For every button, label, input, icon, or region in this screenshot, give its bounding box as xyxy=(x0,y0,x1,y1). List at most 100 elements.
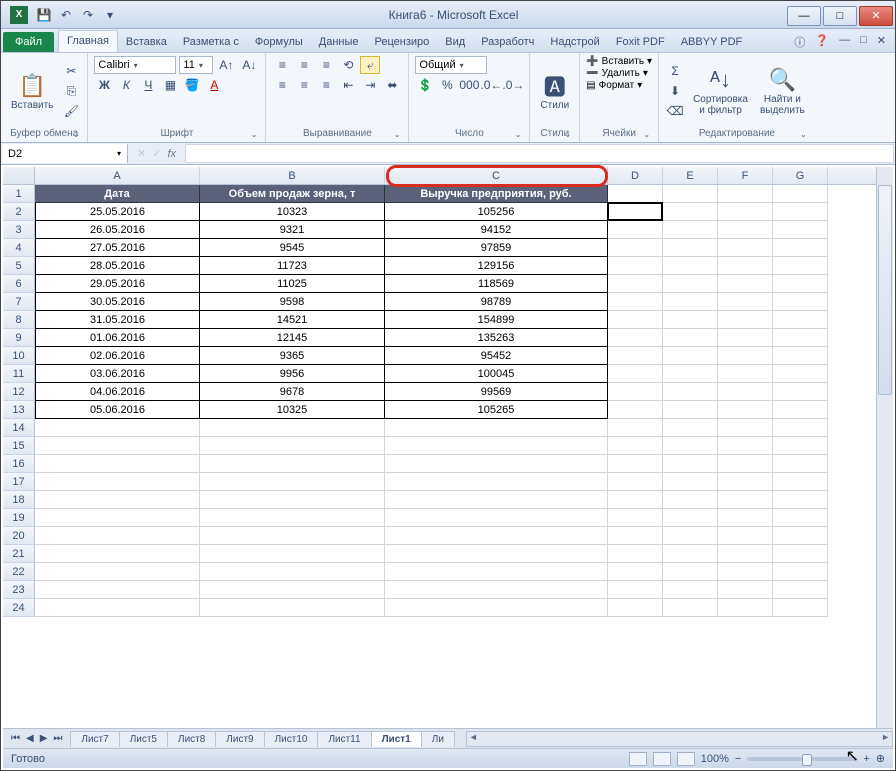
zoom-level[interactable]: 100% xyxy=(701,753,729,765)
cell[interactable] xyxy=(608,509,663,527)
cell[interactable] xyxy=(663,329,718,347)
cell[interactable] xyxy=(773,203,828,221)
select-all-corner[interactable] xyxy=(3,167,35,184)
sheet-last-icon[interactable]: ⏭ xyxy=(51,733,64,744)
cell[interactable] xyxy=(718,221,773,239)
cell[interactable] xyxy=(385,509,608,527)
cell[interactable] xyxy=(663,437,718,455)
align-left-button[interactable]: ≡ xyxy=(272,76,292,94)
cell[interactable] xyxy=(663,581,718,599)
col-header-g[interactable]: G xyxy=(773,167,828,184)
row-header[interactable]: 10 xyxy=(3,347,35,365)
zoom-out-button[interactable]: − xyxy=(735,753,741,765)
cell[interactable] xyxy=(608,347,663,365)
cell[interactable] xyxy=(663,473,718,491)
cell[interactable]: 9598 xyxy=(200,293,385,311)
cell[interactable] xyxy=(35,581,200,599)
cell[interactable] xyxy=(35,599,200,617)
percent-button[interactable]: % xyxy=(437,76,457,94)
cell[interactable] xyxy=(663,311,718,329)
cell[interactable] xyxy=(718,383,773,401)
cell[interactable] xyxy=(718,365,773,383)
tab-data[interactable]: Данные xyxy=(311,32,367,52)
fx-cancel-icon[interactable]: ✕ xyxy=(137,147,146,160)
cell[interactable] xyxy=(663,347,718,365)
cell[interactable] xyxy=(385,455,608,473)
cell[interactable] xyxy=(718,311,773,329)
cell[interactable]: 14521 xyxy=(200,311,385,329)
sheet-tab[interactable]: Лист7 xyxy=(70,731,119,747)
cell[interactable] xyxy=(663,455,718,473)
cell[interactable]: 29.05.2016 xyxy=(35,275,200,293)
cell[interactable] xyxy=(385,419,608,437)
cell[interactable]: 27.05.2016 xyxy=(35,239,200,257)
row-header[interactable]: 24 xyxy=(3,599,35,617)
align-center-button[interactable]: ≡ xyxy=(294,76,314,94)
cell[interactable] xyxy=(200,419,385,437)
cell[interactable] xyxy=(773,293,828,311)
cell[interactable]: 11723 xyxy=(200,257,385,275)
cell[interactable] xyxy=(718,275,773,293)
cell[interactable] xyxy=(385,545,608,563)
cell[interactable]: 01.06.2016 xyxy=(35,329,200,347)
align-middle-button[interactable]: ≡ xyxy=(294,56,314,74)
dec-decimal-button[interactable]: .0→ xyxy=(503,76,523,94)
row-header[interactable]: 16 xyxy=(3,455,35,473)
cell[interactable]: 03.06.2016 xyxy=(35,365,200,383)
cell[interactable] xyxy=(773,185,828,203)
zoom-slider[interactable] xyxy=(747,757,857,761)
cell[interactable] xyxy=(718,455,773,473)
tab-formulas[interactable]: Формулы xyxy=(247,32,311,52)
cell[interactable] xyxy=(35,455,200,473)
cell[interactable] xyxy=(718,401,773,419)
cell[interactable] xyxy=(200,599,385,617)
cell[interactable] xyxy=(773,455,828,473)
cell[interactable] xyxy=(773,257,828,275)
row-header[interactable]: 5 xyxy=(3,257,35,275)
wb-close-icon[interactable]: ✕ xyxy=(874,32,889,52)
save-button[interactable]: 💾 xyxy=(34,5,54,25)
cell[interactable] xyxy=(608,311,663,329)
cell[interactable] xyxy=(773,437,828,455)
row-header[interactable]: 3 xyxy=(3,221,35,239)
cell[interactable]: Дата xyxy=(35,185,200,203)
cell[interactable]: 04.06.2016 xyxy=(35,383,200,401)
row-header[interactable]: 15 xyxy=(3,437,35,455)
cell[interactable] xyxy=(200,455,385,473)
sheet-tab[interactable]: Лист11 xyxy=(317,731,371,747)
cell[interactable]: 10323 xyxy=(200,203,385,221)
wrap-text-button[interactable]: ⤶ xyxy=(360,56,380,74)
cell[interactable] xyxy=(773,581,828,599)
cell[interactable] xyxy=(35,491,200,509)
row-header[interactable]: 11 xyxy=(3,365,35,383)
cell[interactable] xyxy=(608,329,663,347)
cell[interactable] xyxy=(608,527,663,545)
col-header-e[interactable]: E xyxy=(663,167,718,184)
cell[interactable] xyxy=(718,581,773,599)
cell[interactable] xyxy=(385,437,608,455)
sheet-prev-icon[interactable]: ◀ xyxy=(24,733,36,744)
cell[interactable] xyxy=(385,599,608,617)
cell[interactable] xyxy=(773,563,828,581)
cell[interactable] xyxy=(35,563,200,581)
cell[interactable] xyxy=(773,527,828,545)
view-normal-button[interactable] xyxy=(629,752,647,766)
grow-font-button[interactable]: A↑ xyxy=(216,56,236,74)
cell[interactable] xyxy=(608,545,663,563)
sheet-tab[interactable]: Лист8 xyxy=(167,731,216,747)
cell[interactable] xyxy=(608,239,663,257)
cell[interactable] xyxy=(608,437,663,455)
cell[interactable] xyxy=(663,563,718,581)
cell[interactable] xyxy=(608,563,663,581)
italic-button[interactable]: К xyxy=(116,76,136,94)
sheet-tab[interactable]: Лист9 xyxy=(215,731,264,747)
cell[interactable] xyxy=(608,491,663,509)
ribbon-minimize-icon[interactable]: ⓘ xyxy=(791,32,808,52)
tab-insert[interactable]: Вставка xyxy=(118,32,175,52)
horizontal-scrollbar[interactable] xyxy=(466,731,893,747)
cell[interactable] xyxy=(663,491,718,509)
cell[interactable] xyxy=(35,527,200,545)
row-header[interactable]: 7 xyxy=(3,293,35,311)
cell[interactable] xyxy=(773,491,828,509)
cell[interactable] xyxy=(718,293,773,311)
